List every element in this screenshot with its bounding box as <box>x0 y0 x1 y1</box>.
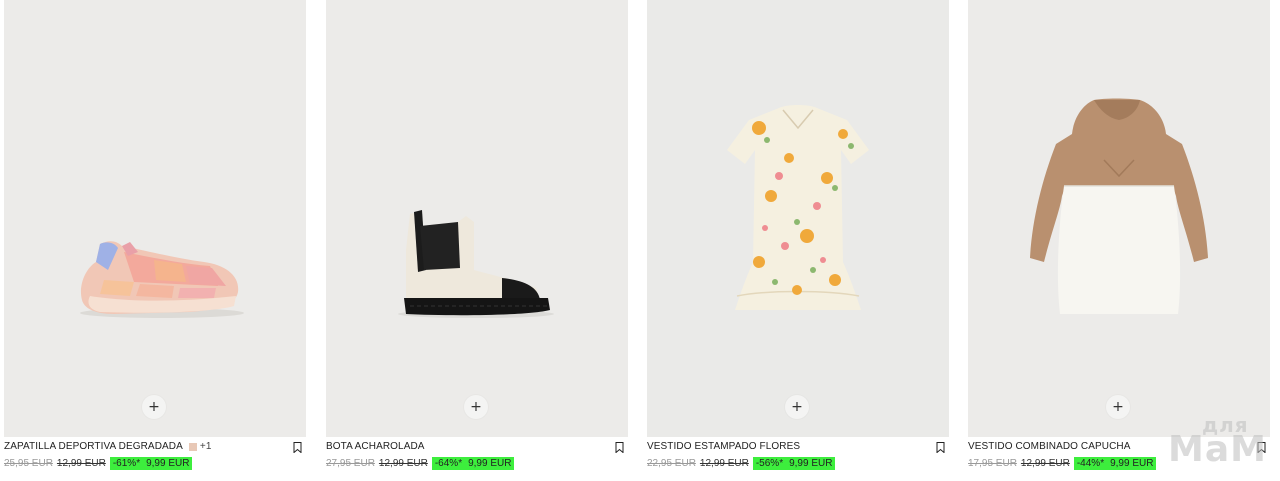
product-name-row: ZAPATILLA DEPORTIVA DEGRADADA +1 <box>4 441 306 455</box>
price-row: 25,95 EUR 12,99 EUR -61%* 9,99 EUR <box>4 457 193 471</box>
color-swatch[interactable] <box>188 442 197 451</box>
product-grid: + ZAPATILLA DEPORTIVA DEGRADADA +1 25,95 … <box>0 0 1280 481</box>
product-card-boot[interactable]: + BOTA ACHAROLADA 27,95 EUR 12,99 EUR -64%… <box>326 0 628 481</box>
previous-price: 12,99 EUR <box>1020 458 1070 469</box>
quick-add-button[interactable]: + <box>464 395 488 419</box>
more-colors-count[interactable]: +1 <box>200 441 212 452</box>
product-info: VESTIDO ESTAMPADO FLORES 22,95 EUR 12,99 … <box>647 441 949 481</box>
product-name[interactable]: VESTIDO ESTAMPADO FLORES <box>647 441 800 452</box>
product-info: ZAPATILLA DEPORTIVA DEGRADADA +1 25,95 EU… <box>4 441 306 481</box>
discount-percent: -64%* <box>434 458 463 469</box>
product-card-hooded-dress[interactable]: + VESTIDO COMBINADO CAPUCHA 17,95 EUR 12,… <box>968 0 1270 481</box>
bookmark-icon[interactable] <box>936 442 945 453</box>
product-image[interactable]: + <box>647 0 949 437</box>
original-price: 17,95 EUR <box>968 458 1017 469</box>
price-row: 17,95 EUR 12,99 EUR -44%* 9,99 EUR <box>968 457 1157 471</box>
product-name[interactable]: VESTIDO COMBINADO CAPUCHA <box>968 441 1131 452</box>
product-name-row: VESTIDO ESTAMPADO FLORES <box>647 441 949 455</box>
site-watermark: для МаМ <box>1168 413 1268 473</box>
price-row: 22,95 EUR 12,99 EUR -56%* 9,99 EUR <box>647 457 836 471</box>
boot-icon <box>398 210 554 318</box>
discount-percent: -44%* <box>1076 458 1105 469</box>
product-image[interactable]: + <box>326 0 628 437</box>
price-row: 27,95 EUR 12,99 EUR -64%* 9,99 EUR <box>326 457 515 471</box>
discount-percent: -56%* <box>755 458 784 469</box>
original-price: 27,95 EUR <box>326 458 375 469</box>
discount-badge: -56%* 9,99 EUR <box>752 457 836 470</box>
product-info: BOTA ACHAROLADA 27,95 EUR 12,99 EUR -64%* 9… <box>326 441 628 481</box>
quick-add-button[interactable]: + <box>142 395 166 419</box>
product-name-row: BOTA ACHAROLADA <box>326 441 628 455</box>
sale-price: 9,99 EUR <box>789 458 833 469</box>
previous-price: 12,99 EUR <box>699 458 749 469</box>
bookmark-icon[interactable] <box>293 442 302 453</box>
sneaker-icon <box>80 241 244 318</box>
product-card-floral-dress[interactable]: + VESTIDO ESTAMPADO FLORES 22,95 EUR 12,9… <box>647 0 949 481</box>
floral-dress-icon <box>727 105 869 310</box>
discount-badge: -61%* 9,99 EUR <box>109 457 193 470</box>
sale-price: 9,99 EUR <box>1110 458 1154 469</box>
discount-badge: -64%* 9,99 EUR <box>431 457 515 470</box>
quick-add-button[interactable]: + <box>1106 395 1130 419</box>
product-image[interactable]: + <box>4 0 306 437</box>
watermark-bottom-text: МаМ <box>1168 429 1267 470</box>
discount-badge: -44%* 9,99 EUR <box>1073 457 1157 470</box>
product-image[interactable]: + <box>968 0 1270 437</box>
product-name[interactable]: BOTA ACHAROLADA <box>326 441 425 452</box>
previous-price: 12,99 EUR <box>378 458 428 469</box>
original-price: 22,95 EUR <box>647 458 696 469</box>
product-card-sneaker[interactable]: + ZAPATILLA DEPORTIVA DEGRADADA +1 25,95 … <box>4 0 306 481</box>
bookmark-icon[interactable] <box>615 442 624 453</box>
previous-price: 12,99 EUR <box>56 458 106 469</box>
sale-price: 9,99 EUR <box>146 458 190 469</box>
sale-price: 9,99 EUR <box>468 458 512 469</box>
quick-add-button[interactable]: + <box>785 395 809 419</box>
product-name[interactable]: ZAPATILLA DEPORTIVA DEGRADADA <box>4 441 183 452</box>
discount-percent: -61%* <box>112 458 141 469</box>
hooded-dress-icon <box>1030 98 1208 314</box>
original-price: 25,95 EUR <box>4 458 53 469</box>
